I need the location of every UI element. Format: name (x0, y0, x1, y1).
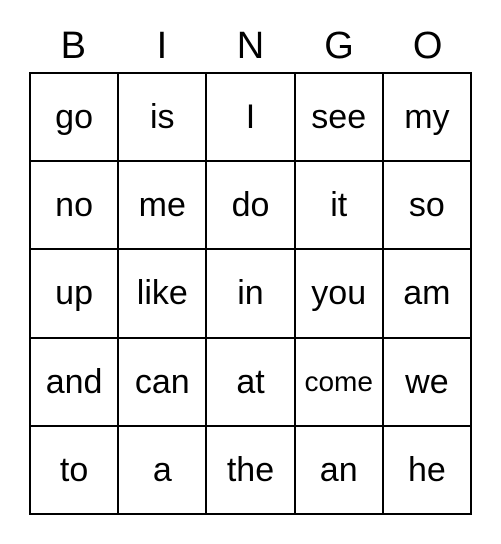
bingo-cell[interactable]: see (295, 74, 384, 163)
bingo-cell[interactable]: the (207, 426, 296, 515)
bingo-cell-label: go (55, 98, 93, 137)
bingo-cell-label: can (134, 362, 190, 401)
bingo-grid: go is I see my no me do it so up like in… (29, 72, 472, 515)
bingo-cell[interactable]: up (31, 250, 120, 339)
bingo-cell[interactable]: am (383, 250, 472, 339)
bingo-cell-label: I (245, 98, 256, 137)
bingo-cell[interactable]: a (119, 426, 208, 515)
bingo-cell-label: is (150, 98, 175, 137)
bingo-cell[interactable]: me (119, 162, 208, 251)
bingo-cell-label: you (311, 274, 367, 313)
bingo-cell[interactable]: is (119, 74, 208, 163)
bingo-cell-label: so (408, 186, 445, 225)
bingo-header-letter-b: B (60, 25, 86, 67)
bingo-cell-label: it (330, 186, 348, 225)
bingo-cell-label: an (319, 450, 358, 489)
bingo-cell[interactable]: he (383, 426, 472, 515)
bingo-cell[interactable]: we (383, 338, 472, 427)
bingo-cell-label: we (405, 362, 449, 401)
bingo-cell[interactable]: no (31, 162, 120, 251)
bingo-header-row: B I N G O (29, 20, 472, 72)
bingo-cell-label: a (152, 450, 172, 489)
bingo-cell-label: am (403, 274, 451, 313)
bingo-cell-label: do (231, 186, 270, 225)
bingo-cell[interactable]: in (207, 250, 296, 339)
bingo-cell-label: in (237, 274, 264, 313)
bingo-cell[interactable]: can (119, 338, 208, 427)
bingo-cell-label: he (407, 450, 446, 489)
bingo-cell-label: at (236, 362, 265, 401)
bingo-cell-label: my (404, 98, 450, 137)
bingo-header-letter-g: G (324, 25, 354, 67)
bingo-cell[interactable]: do (207, 162, 296, 251)
bingo-cell-label: the (226, 450, 275, 489)
bingo-cell[interactable]: come (295, 338, 384, 427)
bingo-cell[interactable]: so (383, 162, 472, 251)
bingo-cell-label: no (55, 186, 93, 225)
bingo-cell[interactable]: it (295, 162, 384, 251)
bingo-cell-label: see (311, 98, 367, 137)
bingo-cell-label: up (55, 274, 93, 313)
bingo-cell[interactable]: my (383, 74, 472, 163)
bingo-cell-label: me (138, 186, 186, 225)
bingo-header-letter-i: I (156, 25, 168, 67)
bingo-cell-label: come (304, 365, 373, 397)
bingo-cell[interactable]: I (207, 74, 296, 163)
bingo-cell-label: like (136, 274, 188, 313)
bingo-cell[interactable]: you (295, 250, 384, 339)
bingo-cell-label: and (45, 362, 103, 401)
bingo-cell-label: to (59, 450, 89, 489)
bingo-header-letter-n: N (236, 25, 265, 67)
bingo-cell[interactable]: at (207, 338, 296, 427)
bingo-cell[interactable]: an (295, 426, 384, 515)
bingo-header-letter-o: O (412, 25, 443, 67)
bingo-cell[interactable]: and (31, 338, 120, 427)
bingo-card: B I N G O go is I see my no me do it so … (0, 0, 501, 544)
bingo-cell[interactable]: to (31, 426, 120, 515)
bingo-cell[interactable]: go (31, 74, 120, 163)
bingo-cell[interactable]: like (119, 250, 208, 339)
